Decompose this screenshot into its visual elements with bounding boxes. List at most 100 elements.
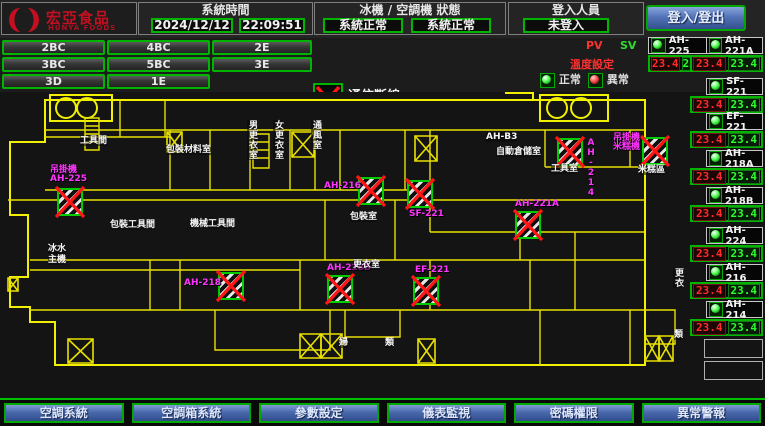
unit-button-EF-221[interactable]: EF-221 <box>706 113 763 130</box>
marker-x-icon <box>405 178 435 210</box>
equipment-tag-SF-221: SF-221 <box>409 210 444 219</box>
unit-button-AH-216[interactable]: AH-216 <box>706 264 763 281</box>
marker-x-icon <box>411 275 441 307</box>
unit-button-AH-225[interactable]: AH-225 <box>648 37 710 54</box>
unit-name-label: AH-214 <box>726 299 762 321</box>
unit-name-label: EF-221 <box>726 111 762 133</box>
unit-sv-value: 23.4 <box>728 98 761 112</box>
login-label: 登入人員 <box>509 3 643 18</box>
unit-button-AH-218B[interactable]: AH-218B <box>706 187 763 204</box>
hmi-screen: 宏亞食品 HUNYA FOODS 系統時間 2024/12/12 22:09:5… <box>0 0 765 426</box>
room-label-8: 包裝工具間 <box>110 220 155 230</box>
room-label-0: 工具間 <box>80 136 107 146</box>
normal-legend: 正常 <box>540 71 581 88</box>
unit-name-label: AH-221A <box>725 35 762 57</box>
abnormal-lamp-icon <box>588 73 603 88</box>
floor-plan: 吊掛機AH-225AH-218AH-216SF-221AH-218BEF-221… <box>0 92 765 398</box>
equipment-tag-AH-225: 吊掛機AH-225 <box>50 166 87 184</box>
room-label-12: 男更衣室 <box>247 120 257 160</box>
floor-button-5bc[interactable]: 5BC <box>107 57 210 72</box>
abnormal-legend-label: 異常 <box>607 73 629 86</box>
login-logout-button[interactable]: 登入/登出 <box>646 5 746 31</box>
room-label-1: 包裝材料室 <box>166 145 211 155</box>
marker-x-icon <box>640 135 670 167</box>
temp-setting-label: 溫度設定 <box>570 56 614 72</box>
login-user-value: 未登入 <box>523 18 609 33</box>
floor-button-1e[interactable]: 1E <box>107 74 210 89</box>
room-label-4: 工具室 <box>551 164 578 174</box>
room-label-5: 米糕區 <box>638 165 665 175</box>
comm-loss-marker-AH-218B[interactable] <box>327 275 353 303</box>
equipment-tag-米糕機: 吊掛機米糕機 <box>613 134 640 152</box>
unit-status-lamp-icon <box>709 151 722 166</box>
marker-x-icon <box>513 209 543 241</box>
system-time-label: 系統時間 <box>139 3 312 18</box>
unit-status-lamp-icon <box>709 188 722 203</box>
machine-status-section: 冰機 / 空調機 狀態 系統正常 系統正常 <box>314 2 506 35</box>
floor-button-3e[interactable]: 3E <box>212 57 312 72</box>
nav-button-4[interactable]: 密碼權限 <box>514 403 634 423</box>
unit-pv-value: 23.4 <box>693 170 726 184</box>
unit-values-AH-218B: 23.423.4 <box>690 205 763 222</box>
comm-loss-marker-EF-221[interactable] <box>413 277 439 305</box>
comm-loss-marker-AH-218[interactable] <box>218 272 244 300</box>
room-label-13: 女更衣室 <box>273 120 283 160</box>
unit-status-lamp-icon <box>709 302 723 317</box>
unit-pv-value: 23.4 <box>693 57 726 71</box>
logo: 宏亞食品 HUNYA FOODS <box>1 2 137 35</box>
unit-button-AH-218A[interactable]: AH-218A <box>706 150 763 167</box>
spare-slot <box>704 339 763 358</box>
logo-icon <box>6 5 44 35</box>
unit-status-lamp-icon <box>709 265 723 280</box>
unit-values-AH-214: 23.423.4 <box>690 319 763 336</box>
floor-button-3bc[interactable]: 3BC <box>2 57 105 72</box>
nav-button-3[interactable]: 儀表監視 <box>387 403 507 423</box>
comm-loss-marker-米糕機[interactable] <box>642 137 668 165</box>
floor-button-4bc[interactable]: 4BC <box>107 40 210 55</box>
unit-status-lamp-icon <box>709 79 723 94</box>
unit-values-EF-221: 23.423.4 <box>690 131 763 148</box>
unit-values-AH-224: 23.423.4 <box>690 245 763 262</box>
unit-values-AH-221A: 23.423.4 <box>690 55 763 72</box>
unit-pv-value: 23.4 <box>651 57 680 71</box>
normal-lamp-icon <box>540 73 555 88</box>
room-label-11: 主機 <box>48 255 66 265</box>
floor-button-3d[interactable]: 3D <box>2 74 105 89</box>
room-label-14: 通風室 <box>311 120 321 150</box>
unit-status-lamp-icon <box>709 114 723 129</box>
unit-name-label: AH-225 <box>669 35 709 57</box>
nav-button-1[interactable]: 空調箱系統 <box>132 403 252 423</box>
spare-slot <box>704 361 763 380</box>
top-bar: 宏亞食品 HUNYA FOODS 系統時間 2024/12/12 22:09:5… <box>0 0 765 39</box>
unit-status-lamp-icon <box>709 38 722 53</box>
comm-loss-marker-AH-221A[interactable] <box>515 211 541 239</box>
floor-button-2e[interactable]: 2E <box>212 40 312 55</box>
equipment-tag-EF-221: EF-221 <box>415 266 450 275</box>
nav-button-2[interactable]: 參數設定 <box>259 403 379 423</box>
room-label-9: 機械工具間 <box>190 219 235 229</box>
comm-loss-marker-AH-216[interactable] <box>358 177 384 205</box>
unit-button-SF-221[interactable]: SF-221 <box>706 78 763 95</box>
system-time-section: 系統時間 2024/12/12 22:09:51 <box>138 2 313 35</box>
comm-loss-marker-AH-225[interactable] <box>57 188 83 216</box>
abnormal-legend: 異常 <box>588 71 629 88</box>
unit-button-AH-224[interactable]: AH-224 <box>706 227 763 244</box>
floor-button-2bc[interactable]: 2BC <box>2 40 105 55</box>
system-time-value: 22:09:51 <box>239 18 305 33</box>
room-label-18: 類 <box>674 330 683 340</box>
unit-name-label: AH-224 <box>726 225 762 247</box>
pv-label: PV <box>586 39 603 52</box>
chiller-status-value: 系統正常 <box>323 18 403 33</box>
comm-loss-marker-AH-214[interactable] <box>557 138 583 166</box>
bottom-nav: 空調系統空調箱系統參數設定儀表監視密碼權限異常警報 <box>0 398 765 426</box>
unit-pv-value: 23.4 <box>693 207 726 221</box>
unit-button-AH-214[interactable]: AH-214 <box>706 301 763 318</box>
unit-sv-value: 23.4 <box>728 321 761 335</box>
marker-x-icon <box>55 186 85 218</box>
comm-loss-marker-SF-221[interactable] <box>407 180 433 208</box>
unit-button-AH-221A[interactable]: AH-221A <box>706 37 763 54</box>
nav-button-5[interactable]: 異常警報 <box>642 403 762 423</box>
unit-values-AH-218A: 23.423.4 <box>690 168 763 185</box>
unit-pv-value: 23.4 <box>693 133 726 147</box>
nav-button-0[interactable]: 空調系統 <box>4 403 124 423</box>
